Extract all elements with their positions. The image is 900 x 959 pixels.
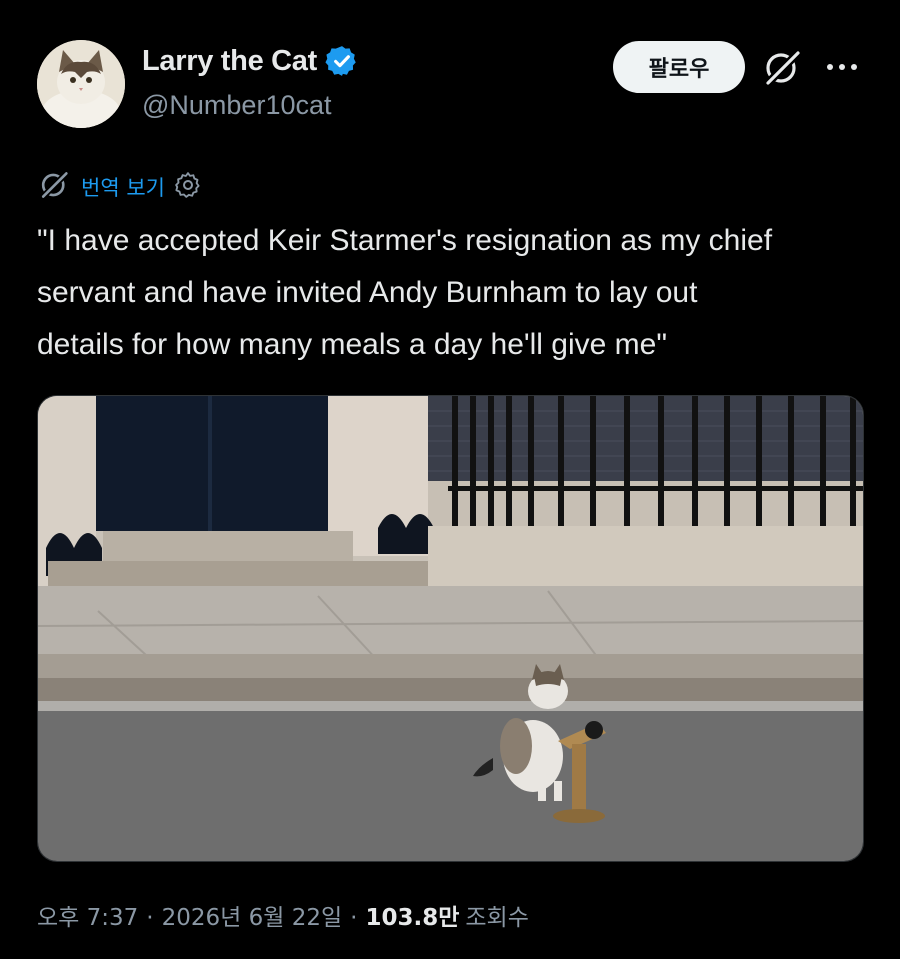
author-handle[interactable]: @Number10cat [142,90,332,121]
grok-icon[interactable] [37,168,71,206]
views-count: 103.8만 [365,905,460,931]
tweet-meta: 오후 7:37 · 2026년 6월 22일 · 103.8만 조회수 [37,898,529,932]
tweet-time[interactable]: 오후 7:37 [37,898,138,932]
author-name-row[interactable]: Larry the Cat [142,44,359,78]
avatar-cat-image [37,40,125,128]
photo-cat-at-podium-downing-street [38,396,863,861]
meta-separator: · [350,905,358,931]
tweet-photo[interactable] [37,395,864,862]
follow-button[interactable]: 팔로우 [613,41,745,93]
avatar[interactable] [37,40,125,128]
views-label: 조회수 [465,905,529,931]
gear-icon[interactable] [173,170,203,204]
show-translation-link[interactable]: 번역 보기 [81,172,165,202]
meta-separator: · [146,905,154,931]
translate-row: 번역 보기 [37,168,203,206]
author-display-name[interactable]: Larry the Cat [142,45,317,78]
tweet-date[interactable]: 2026년 6월 22일 [162,898,343,932]
grok-icon[interactable] [760,46,804,90]
verified-badge-icon[interactable] [325,44,359,78]
more-dots-icon[interactable] [824,52,860,82]
tweet-text: "I have accepted Keir Starmer's resignat… [37,224,773,361]
